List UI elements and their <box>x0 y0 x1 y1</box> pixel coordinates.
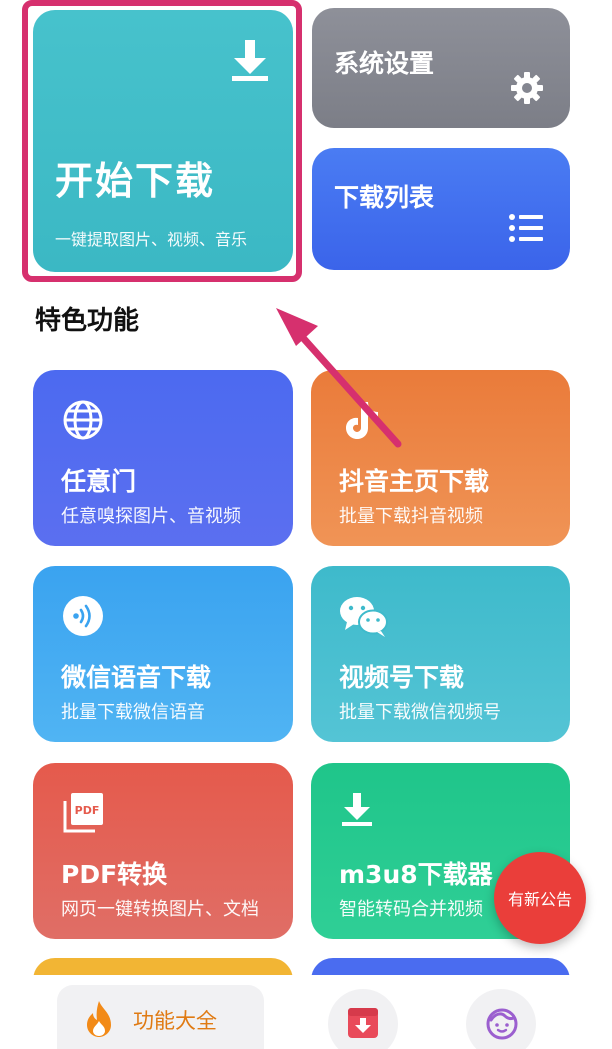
feature-title: 任意门 <box>61 467 137 496</box>
wechat-icon <box>339 594 389 642</box>
list-icon <box>508 212 544 248</box>
feature-subtitle: 网页一键转换图片、文档 <box>61 899 259 920</box>
system-settings-card[interactable]: 系统设置 <box>312 8 570 128</box>
download-box-icon <box>347 1007 379 1043</box>
pdf-icon: PDF <box>61 791 105 839</box>
feature-subtitle: 批量下载抖音视频 <box>339 506 483 527</box>
face-icon <box>485 1007 519 1045</box>
download-icon <box>339 791 375 833</box>
feature-card-anydoor[interactable]: 任意门 任意嗅探图片、音视频 <box>33 370 293 546</box>
nav-tab-me[interactable] <box>466 989 536 1049</box>
highlight-box <box>22 0 302 282</box>
feature-title: 抖音主页下载 <box>339 467 490 496</box>
notice-bubble[interactable]: 有新公告 <box>494 852 586 944</box>
bottom-nav: 功能大全 <box>0 975 612 1049</box>
feature-card-douyin[interactable]: 抖音主页下载 批量下载抖音视频 <box>311 370 570 546</box>
svg-text:PDF: PDF <box>75 804 100 817</box>
feature-subtitle: 批量下载微信视频号 <box>339 702 501 723</box>
globe-icon <box>61 398 105 446</box>
feature-title: m3u8下载器 <box>339 860 493 889</box>
feature-card-channels[interactable]: 视频号下载 批量下载微信视频号 <box>311 566 570 742</box>
feature-subtitle: 批量下载微信语音 <box>61 702 205 723</box>
feature-title: 微信语音下载 <box>61 663 212 692</box>
feature-title: PDF转换 <box>61 860 168 889</box>
feature-subtitle: 智能转码合并视频 <box>339 899 483 920</box>
nav-tab-download[interactable] <box>328 989 398 1049</box>
tiktok-icon <box>339 398 383 446</box>
download-list-card[interactable]: 下载列表 <box>312 148 570 270</box>
system-settings-title: 系统设置 <box>334 49 435 78</box>
notice-label: 有新公告 <box>507 890 572 909</box>
gear-icon <box>509 70 545 110</box>
nav-tab-label: 功能大全 <box>133 1009 217 1033</box>
feature-subtitle: 任意嗅探图片、音视频 <box>61 506 241 527</box>
feature-card-wechat-voice[interactable]: 微信语音下载 批量下载微信语音 <box>33 566 293 742</box>
nav-tab-all-features[interactable]: 功能大全 <box>57 985 264 1049</box>
flame-icon <box>81 999 117 1043</box>
feature-title: 视频号下载 <box>339 663 465 692</box>
voice-icon <box>61 594 105 642</box>
download-list-title: 下载列表 <box>334 183 435 212</box>
section-title: 特色功能 <box>35 306 140 336</box>
feature-card-pdf[interactable]: PDF PDF转换 网页一键转换图片、文档 <box>33 763 293 939</box>
